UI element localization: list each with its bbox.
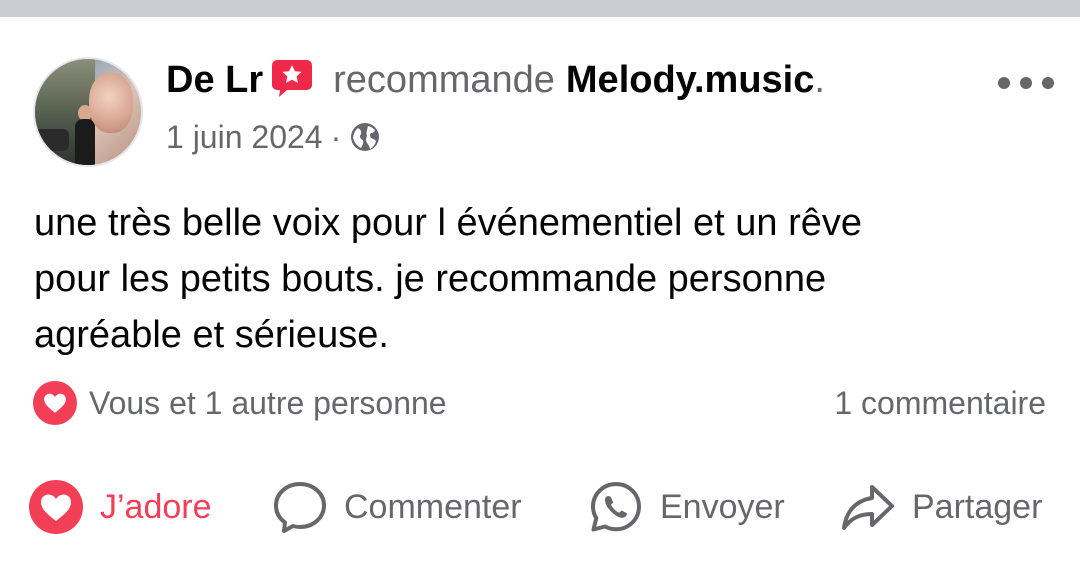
comment-count[interactable]: 1 commentaire (834, 379, 1046, 427)
meta-separator: · (330, 118, 342, 155)
recommendation-post: De Lr recommande Melody.music . 1 juin 2… (0, 17, 1080, 567)
page-name-link[interactable]: Melody.music (566, 59, 814, 102)
love-label: J’adore (100, 487, 212, 526)
share-arrow-icon (840, 479, 896, 535)
author-name[interactable]: De Lr (166, 59, 263, 102)
whatsapp-icon (588, 479, 644, 535)
action-verb: recommande (333, 58, 555, 101)
post-header: De Lr recommande Melody.music . (166, 57, 825, 103)
recommend-badge-icon (271, 58, 313, 98)
header-period: . (814, 58, 825, 101)
send-label: Envoyer (660, 487, 785, 526)
action-bar: J’adore Commenter Envoyer Partager (0, 477, 1080, 537)
post-date[interactable]: 1 juin 2024 (166, 119, 323, 156)
post-body: une très belle voix pour l événementiel … (34, 202, 863, 356)
author-avatar[interactable] (33, 57, 143, 167)
globe-icon[interactable] (349, 121, 381, 153)
comment-icon (272, 479, 328, 535)
comment-button[interactable]: Commenter (272, 477, 522, 537)
comment-label: Commenter (344, 487, 522, 526)
share-button[interactable]: Partager (840, 477, 1042, 537)
reaction-summary[interactable]: Vous et 1 autre personne (33, 379, 447, 427)
more-options-icon[interactable] (998, 73, 1054, 93)
top-separator (0, 0, 1080, 17)
reaction-text: Vous et 1 autre personne (89, 384, 447, 421)
post-meta: 1 juin 2024 · (166, 117, 381, 157)
send-button[interactable]: Envoyer (588, 477, 785, 537)
love-reaction-icon (33, 381, 77, 425)
heart-icon (28, 479, 84, 535)
love-button[interactable]: J’adore (28, 477, 212, 537)
share-label: Partager (912, 487, 1043, 526)
